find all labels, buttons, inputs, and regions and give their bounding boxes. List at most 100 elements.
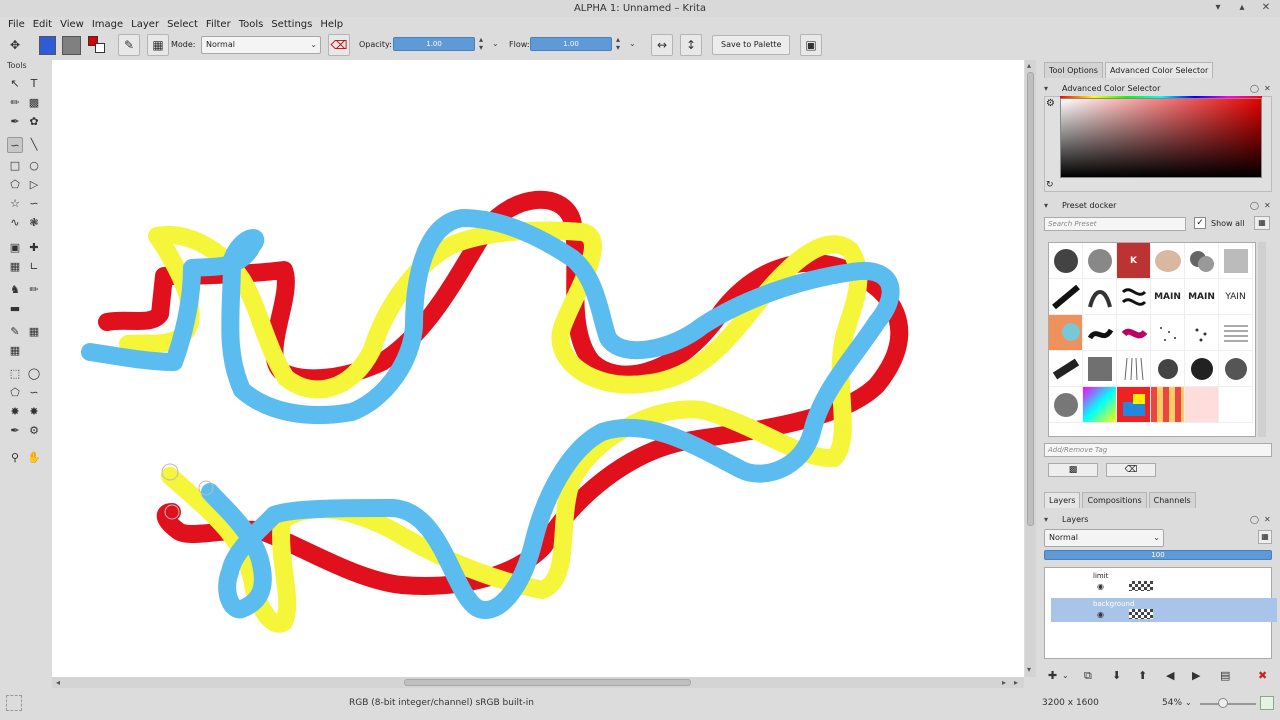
indent-icon[interactable]: ▶ (1192, 670, 1200, 682)
brush-preset-icon[interactable]: ✎ (118, 34, 140, 56)
preset-item[interactable] (1185, 387, 1219, 423)
fill-tool-icon[interactable]: ♞ (7, 282, 23, 298)
layer-options-icon[interactable]: ▦ (1258, 530, 1272, 544)
text-tool-icon[interactable]: T (26, 76, 42, 92)
menu-settings[interactable]: Settings (267, 17, 316, 33)
zoom-slider[interactable] (1200, 703, 1256, 705)
zoom-level[interactable]: 54% (1162, 698, 1182, 708)
menu-tools[interactable]: Tools (235, 17, 268, 33)
close-icon[interactable]: ✕ (1264, 83, 1271, 95)
preset-item[interactable] (1083, 387, 1117, 423)
layer-opacity-slider[interactable]: 100 (1044, 550, 1272, 560)
float-icon[interactable]: ◯ (1250, 83, 1259, 95)
menu-layer[interactable]: Layer (127, 17, 163, 33)
move-up-icon[interactable]: ⬆ (1138, 670, 1147, 682)
scroll-up-icon[interactable]: ▴ (1027, 60, 1031, 71)
similar-select-icon[interactable]: ✸ (26, 404, 42, 420)
add-tag-button[interactable]: ▩ (1048, 463, 1098, 477)
preset-item[interactable] (1083, 315, 1117, 351)
preset-item[interactable] (1117, 279, 1151, 315)
freehand-brush-icon[interactable]: ∽ (7, 137, 23, 153)
preset-item[interactable] (1049, 279, 1083, 315)
preset-item[interactable] (1117, 387, 1151, 423)
close-icon[interactable]: ✕ (1260, 2, 1272, 14)
toolbar-options-icon[interactable]: ▣ (800, 34, 822, 56)
move-tool-icon[interactable]: ✚ (26, 240, 42, 256)
collapse-icon[interactable]: ▾ (1044, 200, 1048, 212)
preset-item[interactable] (1151, 315, 1185, 351)
float-icon[interactable]: ◯ (1250, 514, 1259, 526)
menu-filter[interactable]: Filter (202, 17, 235, 33)
tab-channels[interactable]: Channels (1148, 492, 1196, 508)
preset-item[interactable] (1049, 243, 1083, 279)
flow-slider[interactable]: 1.00 (530, 37, 612, 51)
preset-item[interactable] (1151, 387, 1185, 423)
edit-shapes-icon[interactable]: ✏ (7, 95, 23, 111)
preset-item[interactable]: MAIN (1185, 279, 1219, 315)
menu-edit[interactable]: Edit (29, 17, 56, 33)
bezier-select-icon[interactable]: ✒ (7, 423, 23, 439)
blend-mode-select[interactable]: Normal ⌄ (201, 36, 321, 54)
select-shapes-icon[interactable]: ↖ (7, 76, 23, 92)
preset-item[interactable] (1151, 243, 1185, 279)
grid-tool-icon[interactable]: ▦ (7, 343, 23, 359)
preset-item[interactable] (1219, 243, 1253, 279)
preset-item[interactable] (1219, 315, 1253, 351)
preset-item[interactable] (1185, 315, 1219, 351)
save-to-palette-button[interactable]: Save to Palette (712, 35, 791, 55)
ellipse-select-icon[interactable]: ◯ (26, 366, 42, 382)
preset-item[interactable]: K (1117, 243, 1151, 279)
perspective-grid-icon[interactable]: ▦ (26, 324, 42, 340)
rect-select-icon[interactable]: ⬚ (7, 366, 23, 382)
visibility-icon[interactable]: ◉ (1097, 610, 1104, 619)
show-all-checkbox[interactable]: ✓ (1194, 217, 1206, 229)
preset-item[interactable] (1117, 315, 1151, 351)
menu-select[interactable]: Select (163, 17, 202, 33)
horizontal-scrollbar[interactable]: ◂ ▸ ▸ (52, 677, 1024, 688)
tab-layers[interactable]: Layers (1044, 492, 1081, 508)
chevron-down-icon[interactable]: ⌄ (1062, 670, 1069, 682)
preset-search-input[interactable]: Search Preset (1044, 217, 1186, 231)
tab-compositions[interactable]: Compositions (1082, 492, 1147, 508)
contiguous-select-icon[interactable]: ✸ (7, 404, 23, 420)
preset-scrollbar[interactable] (1258, 242, 1266, 437)
preset-item[interactable] (1083, 279, 1117, 315)
pan-tool-icon[interactable]: ✋ (26, 450, 42, 466)
float-icon[interactable]: ◯ (1250, 200, 1259, 212)
preset-item[interactable] (1185, 351, 1219, 387)
line-tool-icon[interactable]: ╲ (26, 137, 42, 153)
background-color-swatch[interactable] (62, 36, 81, 55)
fullscreen-icon[interactable] (1260, 696, 1274, 710)
preset-view-icon[interactable]: ▦ (1254, 216, 1270, 230)
scroll-left-icon[interactable]: ◂ (56, 677, 60, 688)
maximize-icon[interactable]: ▴ (1236, 2, 1248, 14)
opacity-spin-icon[interactable]: ▴ ▾ (479, 36, 483, 52)
gear-icon[interactable]: ⚙ (1046, 98, 1055, 109)
tab-tool-options[interactable]: Tool Options (1044, 62, 1103, 78)
transform-tool-icon[interactable]: ▦ (7, 259, 23, 275)
blending-options-icon[interactable]: ▦ (147, 34, 169, 56)
move-canvas-icon[interactable]: ✥ (4, 34, 26, 56)
ellipse-tool-icon[interactable]: ○ (26, 158, 42, 174)
layer-item-limit[interactable]: limit ◉ (1051, 570, 1277, 594)
freehand-path-icon[interactable]: ∿ (7, 215, 23, 231)
layer-item-background[interactable]: background ◉ (1051, 598, 1277, 622)
preset-item[interactable] (1185, 243, 1219, 279)
calligraphy-icon[interactable]: ✒ (7, 114, 23, 130)
preset-item[interactable] (1219, 387, 1253, 423)
chevron-down-icon[interactable]: ⌄ (629, 40, 636, 48)
polygon-select-icon[interactable]: ⬠ (7, 385, 23, 401)
outline-select-icon[interactable]: ∽ (26, 385, 42, 401)
assistant-tool-icon[interactable]: ✎ (7, 324, 23, 340)
mirror-vertical-icon[interactable]: ↕ (680, 34, 702, 56)
preset-item[interactable] (1117, 351, 1151, 387)
foreground-color-swatch[interactable] (39, 36, 56, 55)
tab-advanced-color-selector[interactable]: Advanced Color Selector (1104, 62, 1214, 78)
preset-item[interactable]: MAIN (1151, 279, 1185, 315)
preset-item[interactable]: YAIN (1219, 279, 1253, 315)
minimize-icon[interactable]: ▾ (1212, 2, 1224, 14)
gradient-tool-icon[interactable]: ▬ (7, 301, 23, 317)
preset-item[interactable] (1151, 351, 1185, 387)
measure-tool-icon[interactable]: ∟ (26, 259, 42, 275)
delete-tag-button[interactable]: ⌫ (1106, 463, 1156, 477)
